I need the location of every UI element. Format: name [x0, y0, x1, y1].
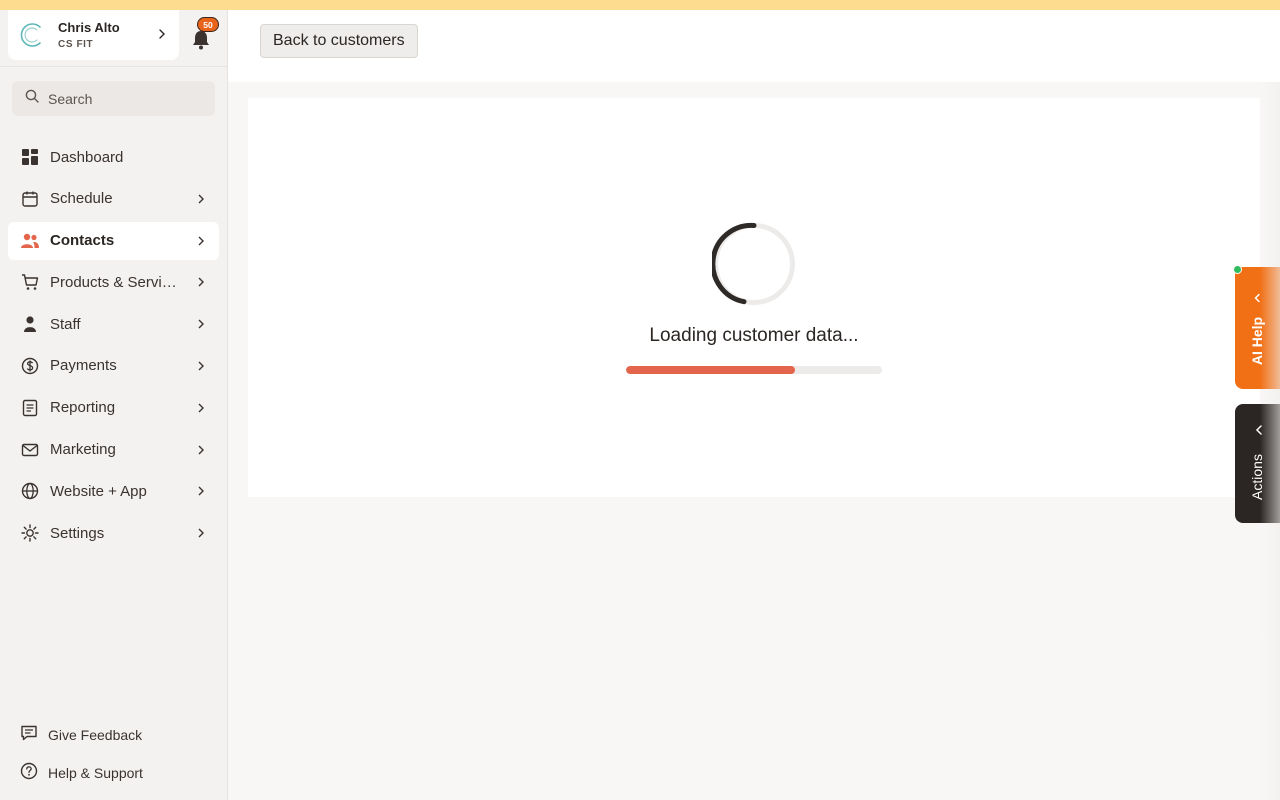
mail-icon — [20, 440, 40, 460]
top-banner-strip — [0, 0, 1280, 10]
chevron-right-icon — [197, 193, 205, 205]
account-switcher[interactable]: Chris Alto CS FIT — [8, 10, 179, 60]
account-name: Chris Alto — [58, 20, 120, 35]
sidebar-item-label: Schedule — [50, 190, 113, 208]
chevron-right-icon — [197, 402, 205, 414]
give-feedback-label: Give Feedback — [48, 727, 143, 743]
feedback-icon — [20, 724, 38, 747]
help-support-link[interactable]: Help & Support — [20, 761, 220, 785]
sidebar-item-products-services[interactable]: Products & Services — [8, 263, 219, 301]
give-feedback-link[interactable]: Give Feedback — [20, 723, 220, 747]
loading-spinner-icon — [712, 222, 795, 305]
sidebar-item-website-app[interactable]: Website + App — [8, 472, 219, 510]
report-icon — [20, 398, 40, 418]
chevron-right-icon — [197, 235, 205, 247]
chevron-right-icon — [197, 485, 205, 497]
actions-tab[interactable]: Actions — [1235, 404, 1280, 523]
dollar-icon — [20, 356, 40, 376]
chevron-left-icon — [1254, 293, 1260, 303]
back-to-customers-button[interactable]: Back to customers — [260, 24, 418, 58]
chevron-right-icon — [197, 276, 205, 288]
search-icon — [25, 89, 39, 108]
sidebar-item-label: Reporting — [50, 399, 116, 417]
main-nav: Dashboard Schedule Contacts Products & S… — [8, 138, 219, 556]
sidebar-item-marketing[interactable]: Marketing — [8, 431, 219, 469]
sidebar-item-label: Payments — [50, 357, 117, 375]
sidebar-item-label: Staff — [50, 315, 81, 333]
loading-message: Loading customer data... — [649, 325, 859, 346]
ai-help-tab[interactable]: AI Help — [1235, 267, 1280, 389]
loading-progress-fill — [626, 366, 795, 374]
chevron-right-icon — [197, 444, 205, 456]
cart-icon — [20, 272, 40, 292]
actions-label: Actions — [1249, 454, 1265, 500]
search-input[interactable] — [48, 90, 198, 107]
sidebar-item-settings[interactable]: Settings — [8, 514, 219, 552]
sidebar-item-label: Products & Services — [50, 273, 180, 291]
dashboard-icon — [20, 147, 40, 167]
sidebar-item-dashboard[interactable]: Dashboard — [8, 138, 219, 176]
search-box[interactable] — [12, 81, 215, 116]
calendar-icon — [20, 189, 40, 209]
help-support-label: Help & Support — [48, 765, 143, 781]
sidebar-item-label: Contacts — [50, 232, 115, 250]
chevron-left-icon — [1255, 425, 1262, 435]
ai-help-label: AI Help — [1249, 316, 1265, 366]
account-org: CS FIT — [58, 39, 94, 50]
loading-progress-bar — [626, 366, 882, 374]
brand-logo-icon — [18, 21, 46, 49]
chevron-right-icon — [157, 27, 167, 41]
sidebar-item-label: Marketing — [50, 441, 116, 459]
sidebar-item-label: Dashboard — [50, 148, 124, 166]
sidebar-item-staff[interactable]: Staff — [8, 305, 219, 343]
chevron-right-icon — [197, 360, 205, 372]
contacts-icon — [20, 231, 40, 251]
sidebar-item-label: Settings — [50, 524, 105, 542]
sidebar-divider — [0, 66, 227, 67]
sidebar-item-label: Website + App — [50, 482, 147, 500]
gear-icon — [20, 523, 40, 543]
sidebar-item-payments[interactable]: Payments — [8, 347, 219, 385]
sidebar: Chris Alto CS FIT 50 Dashboard Schedule — [0, 10, 228, 800]
globe-icon — [20, 481, 40, 501]
sidebar-item-schedule[interactable]: Schedule — [8, 180, 219, 218]
sidebar-item-contacts[interactable]: Contacts — [8, 221, 219, 260]
online-status-dot — [1233, 265, 1242, 274]
chevron-right-icon — [197, 318, 205, 330]
person-icon — [20, 314, 40, 334]
chevron-right-icon — [197, 527, 205, 539]
notification-count-badge: 50 — [197, 17, 219, 32]
help-icon — [20, 762, 38, 785]
sidebar-item-reporting[interactable]: Reporting — [8, 389, 219, 427]
